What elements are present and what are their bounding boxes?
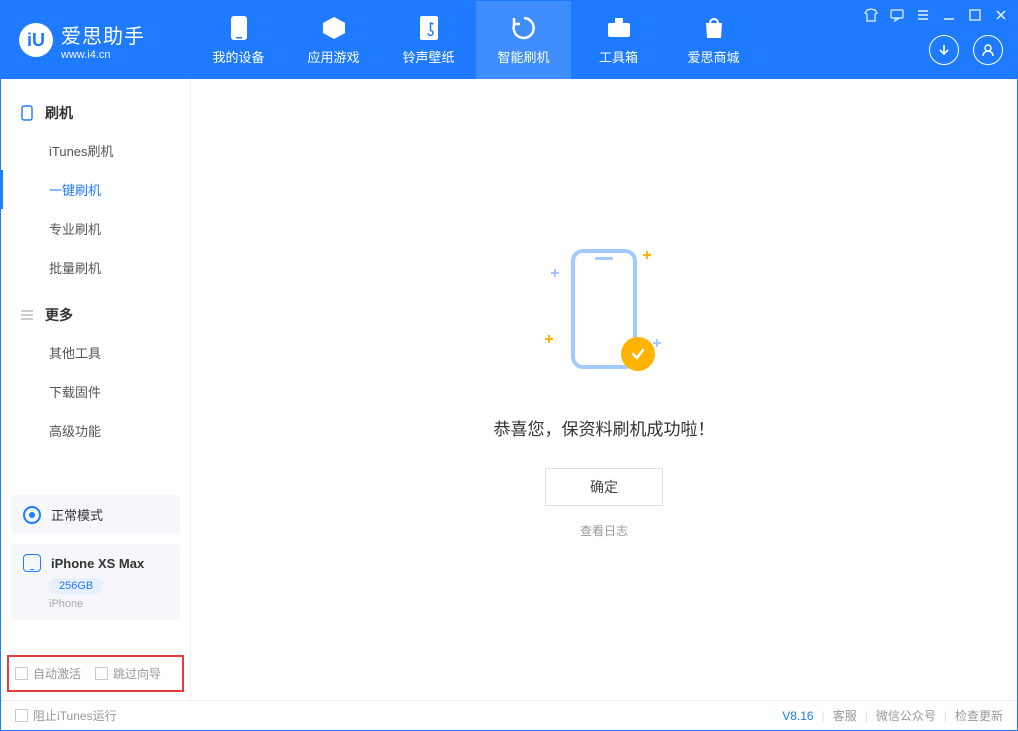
highlighted-options: 自动激活 跳过向导 — [7, 655, 184, 692]
version-label: V8.16 — [782, 709, 813, 723]
tab-apps[interactable]: 应用游戏 — [286, 1, 381, 79]
footer: 阻止iTunes运行 V8.16 | 客服 | 微信公众号 | 检查更新 — [1, 700, 1017, 730]
bag-icon — [701, 15, 727, 41]
cube-icon — [321, 15, 347, 41]
maximize-button[interactable] — [967, 7, 983, 23]
footer-link-update[interactable]: 检查更新 — [955, 707, 1003, 724]
music-file-icon — [416, 15, 442, 41]
checkbox-block-itunes[interactable]: 阻止iTunes运行 — [15, 707, 117, 724]
success-message: 恭喜您，保资料刷机成功啦！ — [494, 415, 715, 440]
footer-link-wechat[interactable]: 微信公众号 — [876, 707, 936, 724]
sidebar: 刷机 iTunes刷机 一键刷机 专业刷机 批量刷机 更多 其他工具 下载固件 … — [1, 79, 191, 700]
list-icon — [19, 307, 35, 323]
tab-smart-flash[interactable]: 智能刷机 — [476, 1, 571, 79]
device-type: iPhone — [49, 598, 168, 610]
device-info[interactable]: iPhone XS Max 256GB iPhone — [11, 544, 180, 620]
device-panel: 正常模式 iPhone XS Max 256GB iPhone — [11, 495, 180, 620]
sidebar-group-more: 更多 — [1, 297, 190, 333]
sparkle-icon — [545, 335, 553, 343]
sidebar-group-flash: 刷机 — [1, 95, 190, 131]
sparkle-icon — [551, 269, 559, 277]
toolbox-icon — [606, 15, 632, 41]
phone-outline-icon — [19, 105, 35, 121]
app-title: 爱思助手 — [61, 20, 145, 49]
sidebar-item-advanced[interactable]: 高级功能 — [1, 411, 190, 450]
sparkle-icon — [653, 339, 661, 347]
header: iU 爱思助手 www.i4.cn 我的设备 应用游戏 铃声壁纸 智能刷机 工具… — [1, 1, 1017, 79]
main-tabs: 我的设备 应用游戏 铃声壁纸 智能刷机 工具箱 爱思商城 — [191, 1, 761, 79]
refresh-shield-icon — [511, 15, 537, 41]
checkbox-auto-activate[interactable]: 自动激活 — [15, 665, 81, 682]
window-controls — [863, 7, 1009, 23]
logo-icon: iU — [19, 23, 53, 57]
device-storage: 256GB — [49, 578, 103, 594]
device-mode[interactable]: 正常模式 — [11, 495, 180, 534]
sidebar-item-download-firmware[interactable]: 下载固件 — [1, 372, 190, 411]
device-name: iPhone XS Max — [51, 556, 144, 571]
tab-store[interactable]: 爱思商城 — [666, 1, 761, 79]
success-illustration — [549, 241, 659, 391]
main-content: 恭喜您，保资料刷机成功啦！ 确定 查看日志 — [191, 79, 1017, 700]
sparkle-icon — [643, 251, 651, 259]
sidebar-item-batch-flash[interactable]: 批量刷机 — [1, 248, 190, 287]
sidebar-item-other-tools[interactable]: 其他工具 — [1, 333, 190, 372]
mode-indicator-icon — [23, 506, 41, 524]
footer-link-service[interactable]: 客服 — [833, 707, 857, 724]
minimize-button[interactable] — [941, 7, 957, 23]
skin-icon[interactable] — [863, 7, 879, 23]
device-phone-icon — [23, 554, 41, 572]
phone-icon — [226, 15, 252, 41]
tab-my-device[interactable]: 我的设备 — [191, 1, 286, 79]
ok-button[interactable]: 确定 — [545, 468, 663, 506]
sidebar-item-pro-flash[interactable]: 专业刷机 — [1, 209, 190, 248]
sidebar-item-itunes-flash[interactable]: iTunes刷机 — [1, 131, 190, 170]
tab-ringtone[interactable]: 铃声壁纸 — [381, 1, 476, 79]
header-right — [929, 35, 1003, 65]
checkmark-badge-icon — [621, 337, 655, 371]
feedback-icon[interactable] — [889, 7, 905, 23]
app-subtitle: www.i4.cn — [61, 49, 145, 61]
account-button[interactable] — [973, 35, 1003, 65]
download-button[interactable] — [929, 35, 959, 65]
sidebar-item-onekey-flash[interactable]: 一键刷机 — [1, 170, 190, 209]
menu-icon[interactable] — [915, 7, 931, 23]
close-button[interactable] — [993, 7, 1009, 23]
view-log-link[interactable]: 查看日志 — [580, 522, 628, 539]
checkbox-skip-guide[interactable]: 跳过向导 — [95, 665, 161, 682]
tab-toolbox[interactable]: 工具箱 — [571, 1, 666, 79]
logo-area: iU 爱思助手 www.i4.cn — [1, 20, 191, 61]
